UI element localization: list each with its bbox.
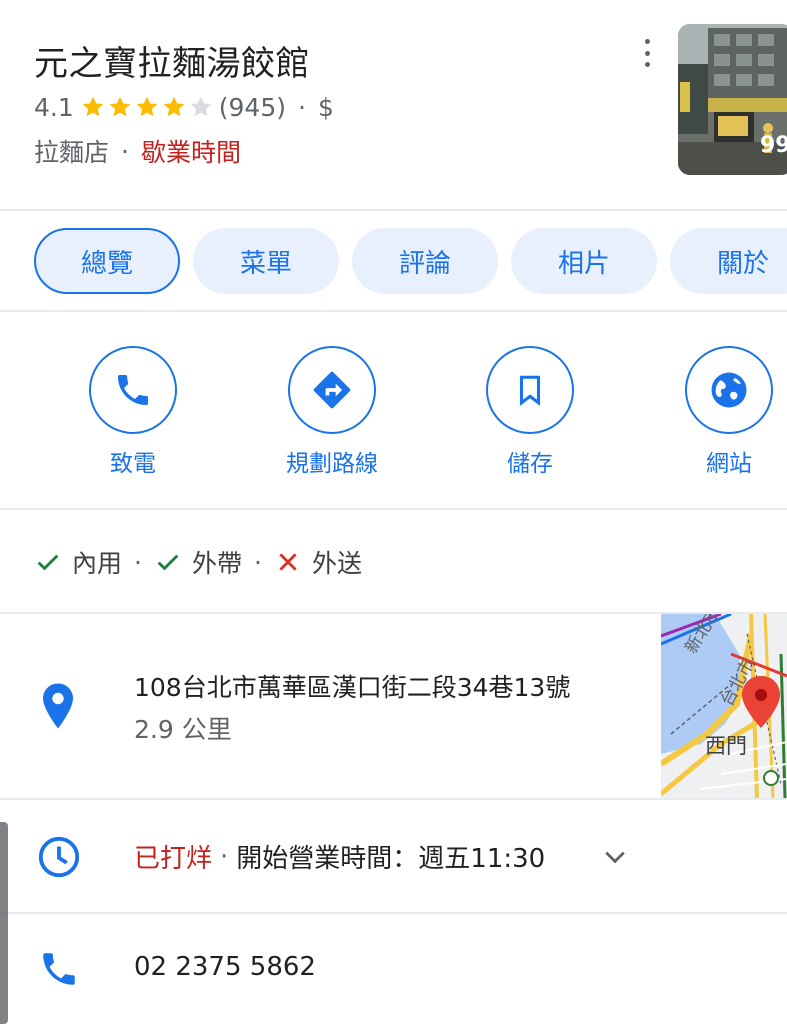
directions-button[interactable]: 規劃路線 xyxy=(232,346,432,478)
mini-map[interactable]: 新北市 台北市 西門 xyxy=(661,614,787,798)
tab-about[interactable]: 關於 xyxy=(670,228,787,294)
tab-menu[interactable]: 菜單 xyxy=(193,228,339,294)
place-category: 拉麵店 xyxy=(34,138,110,167)
directions-button-circle[interactable] xyxy=(288,346,376,434)
map-label-ximen: 西門 xyxy=(705,734,747,758)
phone-number: 02 2375 5862 xyxy=(134,952,316,982)
tab-reviews[interactable]: 評論 xyxy=(352,228,498,294)
action-buttons: 致電 規劃路線 儲存 網站 xyxy=(0,312,787,508)
rating-value: 4.1 xyxy=(34,92,74,122)
star-filled-icon xyxy=(163,96,185,117)
service-delivery: 外送 xyxy=(311,549,362,578)
location-pin-icon xyxy=(43,683,73,729)
directions-icon xyxy=(313,371,351,409)
chevron-down-icon[interactable] xyxy=(600,842,630,872)
phone-row[interactable]: 02 2375 5862 xyxy=(0,914,787,1024)
save-button-circle[interactable] xyxy=(486,346,574,434)
globe-icon xyxy=(711,372,747,408)
star-filled-icon xyxy=(109,96,131,117)
save-label: 儲存 xyxy=(507,451,553,477)
photo-count: 99 xyxy=(760,133,787,158)
divider xyxy=(0,508,787,510)
hours-next-open: 開始營業時間：週五11:30 xyxy=(236,844,546,874)
hours-status[interactable]: 歇業時間 xyxy=(141,133,241,169)
service-options[interactable]: 內用 · 外帶 · 外送 xyxy=(34,540,362,584)
more-options-icon[interactable] xyxy=(636,36,658,70)
call-label: 致電 xyxy=(110,451,156,477)
website-button[interactable]: 網站 xyxy=(629,346,787,478)
clock-icon xyxy=(38,836,80,878)
tab-bar: 總覽 菜單 評論 相片 關於 xyxy=(0,212,787,310)
directions-label: 規劃路線 xyxy=(286,451,378,477)
phone-icon xyxy=(118,375,148,405)
check-icon xyxy=(37,554,59,571)
separator-dot: · xyxy=(253,547,262,577)
place-header: 元之寶拉麵湯餃館 4.1 (945) · $ 拉麵店 · 歇業時間 99 xyxy=(0,0,787,210)
hours-summary: 已打烊 · 開始營業時間：週五11:30 xyxy=(134,838,545,875)
address-row[interactable]: 108台北市萬華區漢口街二段34巷13號 2.9 公里 新北市 台北市 西門 xyxy=(0,614,787,798)
save-button[interactable]: 儲存 xyxy=(430,346,630,478)
drawer-edge-handle[interactable] xyxy=(0,822,8,1024)
hours-row[interactable]: 已打烊 · 開始營業時間：週五11:30 xyxy=(0,800,787,912)
hours-closed-status: 已打烊 xyxy=(134,844,213,874)
tab-photos[interactable]: 相片 xyxy=(511,228,657,294)
check-icon xyxy=(157,554,179,571)
category-row: 拉麵店 · 歇業時間 xyxy=(34,134,241,168)
place-title: 元之寶拉麵湯餃館 xyxy=(34,44,310,84)
separator-dot: · xyxy=(134,547,142,577)
phone-icon xyxy=(43,953,75,985)
call-button-circle[interactable] xyxy=(89,346,177,434)
review-count[interactable]: (945) xyxy=(219,93,286,122)
website-button-circle[interactable] xyxy=(685,346,773,434)
bookmark-icon xyxy=(519,375,541,406)
address-text: 108台北市萬華區漢口街二段34巷13號 xyxy=(134,673,571,702)
divider xyxy=(0,209,787,211)
cross-icon xyxy=(279,553,297,571)
website-label: 網站 xyxy=(706,451,752,477)
star-filled-icon xyxy=(136,96,158,117)
service-dine-in: 內用 xyxy=(72,549,123,578)
star-filled-icon xyxy=(82,96,104,117)
call-button[interactable]: 致電 xyxy=(33,346,233,478)
address-distance: 2.9 公里 xyxy=(134,715,232,744)
star-empty-icon xyxy=(190,96,212,117)
separator-dot: · xyxy=(220,841,229,872)
tab-overview[interactable]: 總覽 xyxy=(34,228,180,294)
price-level: $ xyxy=(317,92,334,122)
separator-dot: · xyxy=(298,92,306,122)
rating-row[interactable]: 4.1 (945) · $ xyxy=(34,90,334,124)
service-takeout: 外帶 xyxy=(191,549,242,578)
separator-dot: · xyxy=(121,136,129,166)
star-rating xyxy=(80,94,215,120)
